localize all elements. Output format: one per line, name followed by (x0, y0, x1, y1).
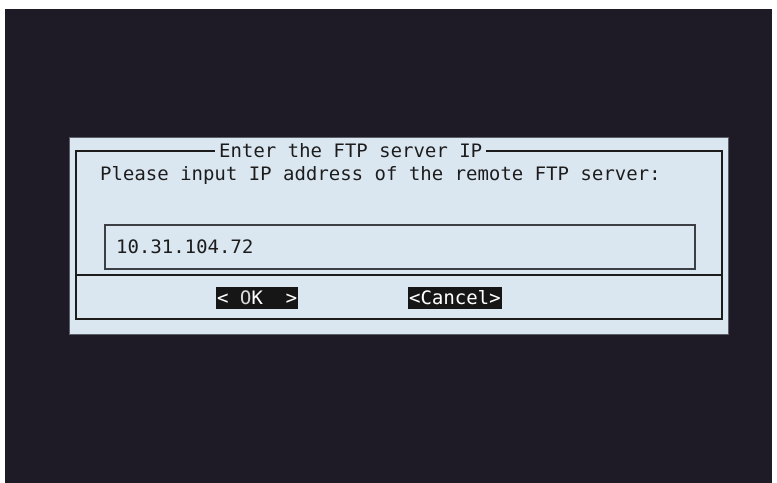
dialog-frame-right (721, 150, 723, 320)
dialog-button-divider (75, 274, 723, 276)
ftp-ip-dialog: Enter the FTP server IP Please input IP … (69, 137, 729, 335)
ok-button-rest: K > (251, 287, 298, 309)
cancel-button[interactable]: <Cancel> (408, 287, 502, 309)
ok-button-hotkey: O (239, 287, 252, 309)
dialog-frame-bottom (75, 318, 723, 320)
ip-address-value[interactable]: 10.31.104.72 (116, 236, 253, 258)
ok-button-left: < (217, 287, 240, 309)
terminal-window: Enter the FTP server IP Please input IP … (5, 9, 772, 483)
dialog-message: Please input IP address of the remote FT… (100, 163, 661, 185)
dialog-frame-left (75, 150, 77, 320)
dialog-title: Enter the FTP server IP (215, 140, 487, 162)
ok-button[interactable]: < OK > (216, 287, 299, 309)
cancel-button-label: <Cancel> (409, 287, 501, 309)
ip-address-input[interactable]: 10.31.104.72 (104, 224, 696, 270)
